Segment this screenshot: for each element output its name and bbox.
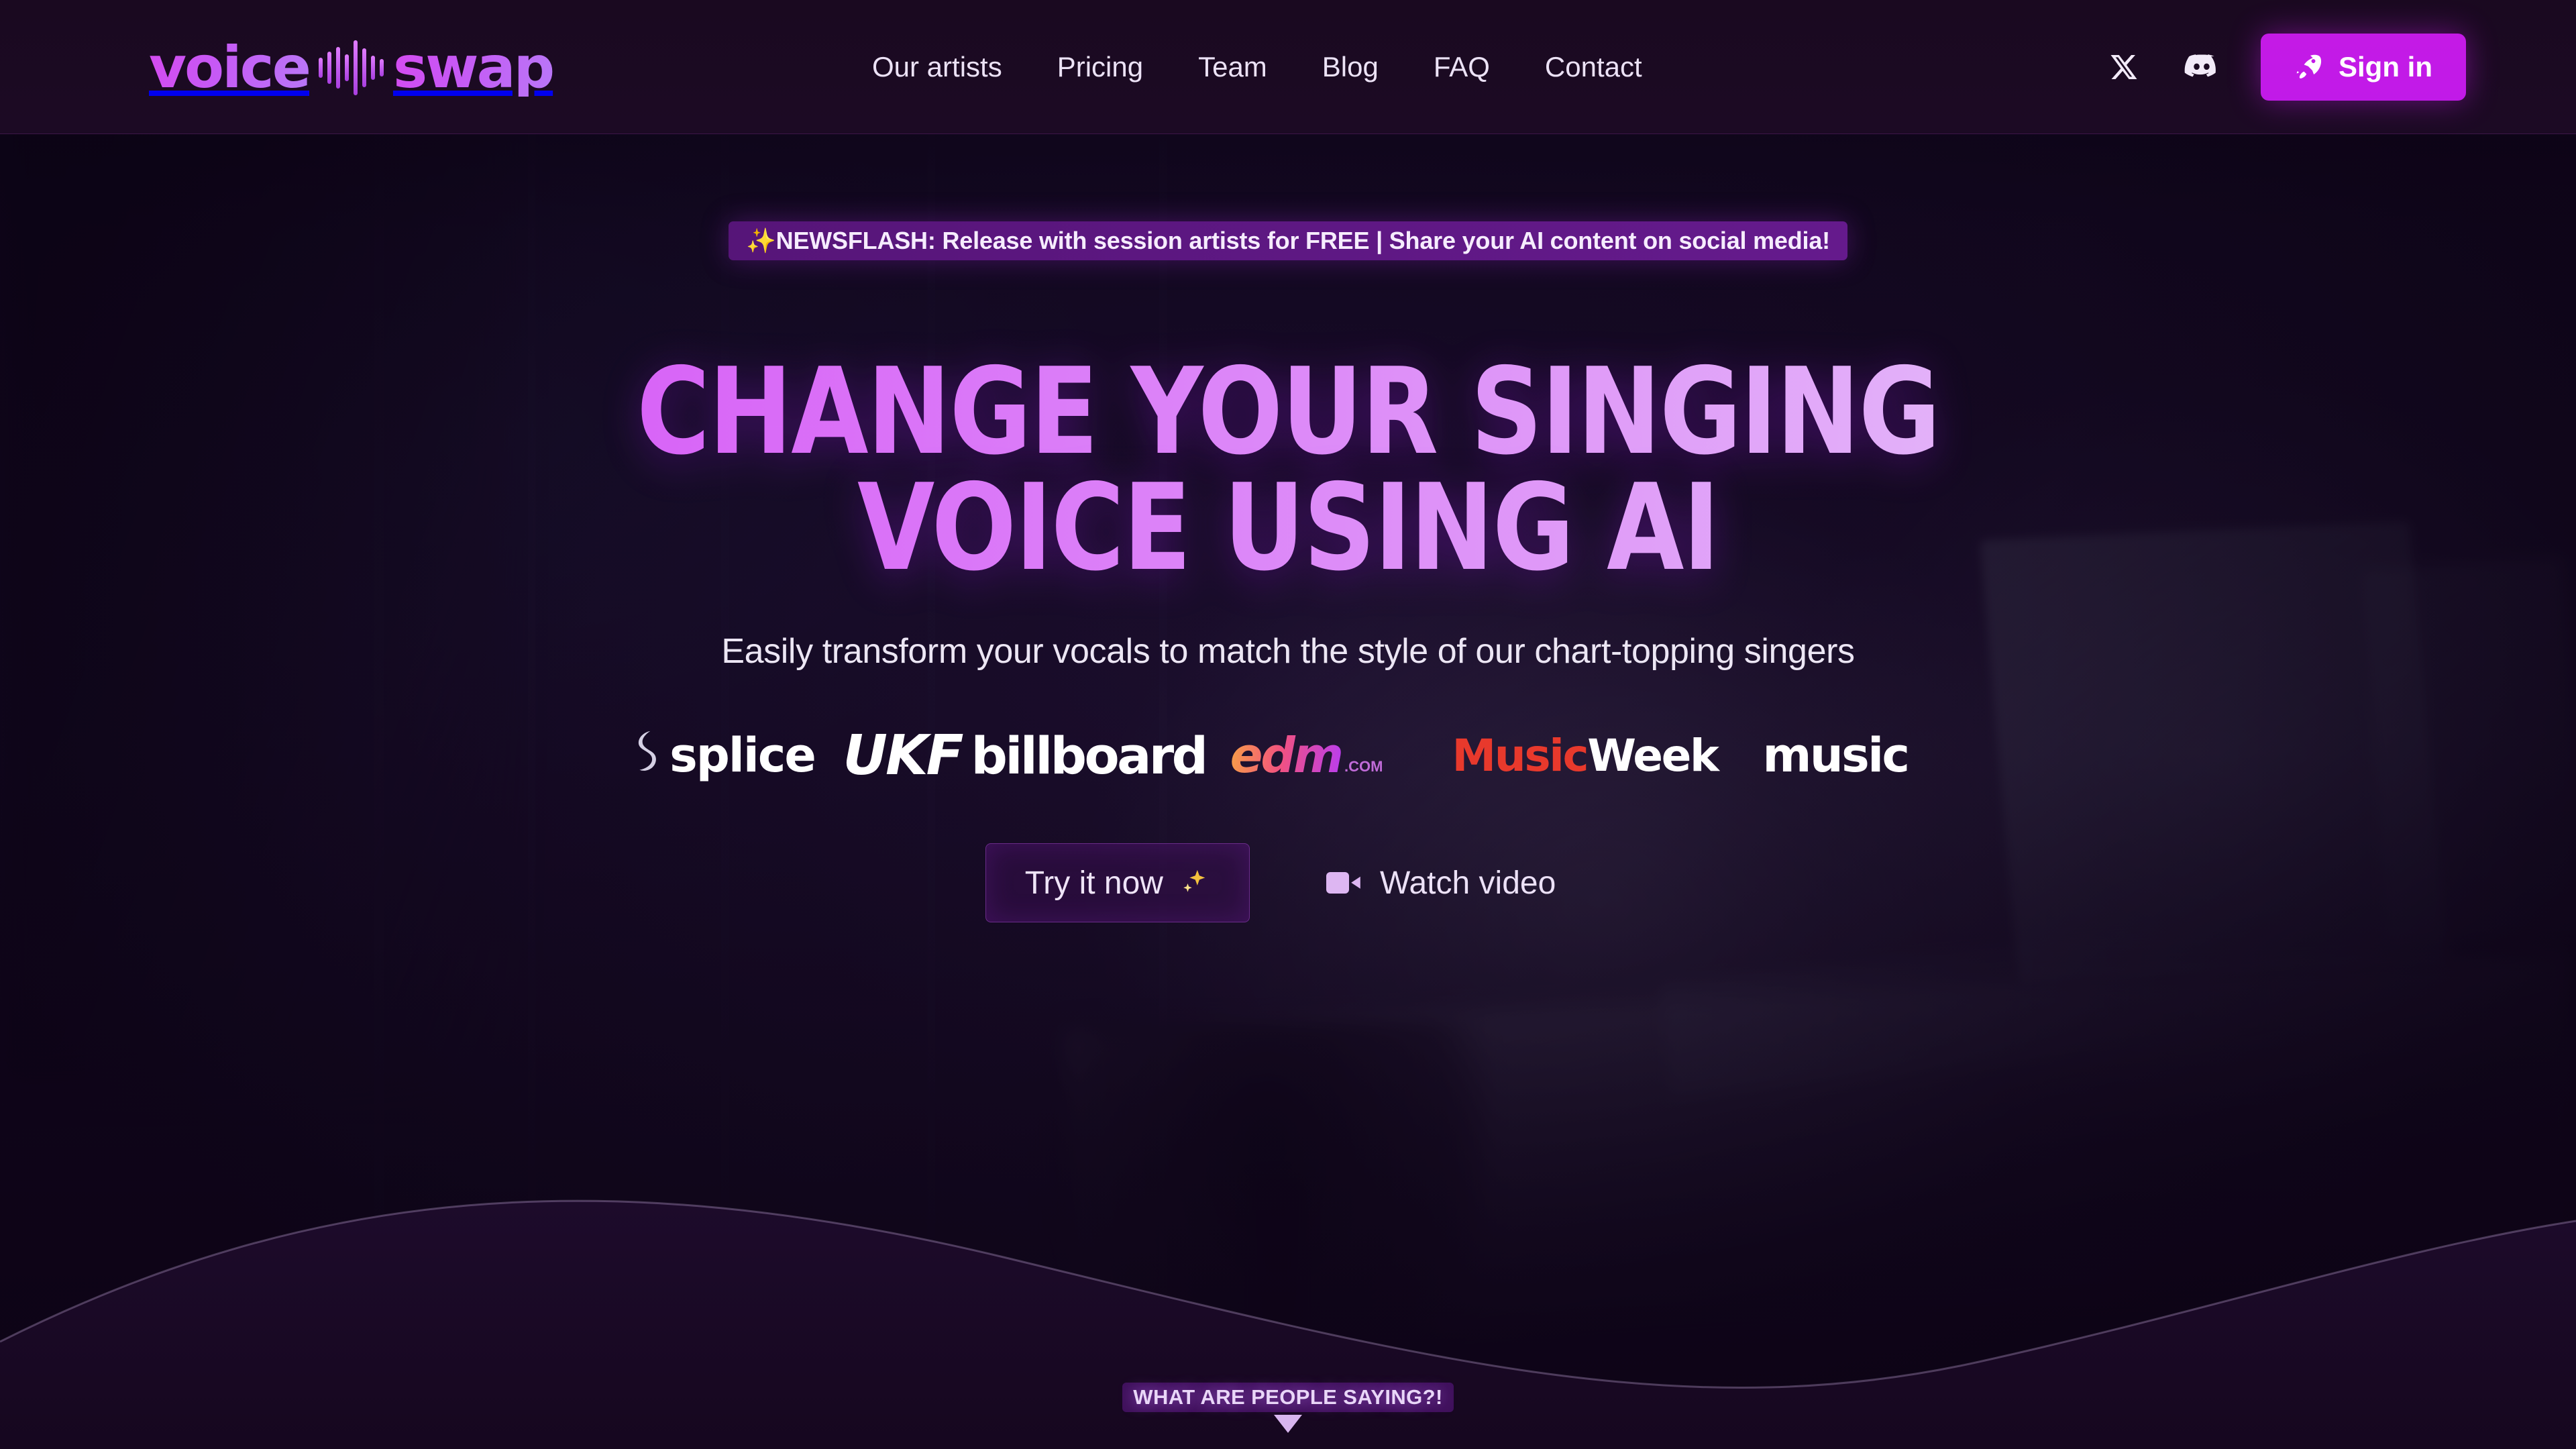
press-logo-edm-text: edm <box>1230 727 1344 784</box>
press-logo-billboard-text: billboard <box>971 725 1209 786</box>
nav-item-our-artists[interactable]: Our artists <box>872 51 1002 83</box>
chevron-down-icon <box>1274 1415 1302 1433</box>
discord-icon[interactable] <box>2183 48 2220 86</box>
watch-video-button[interactable]: Watch video <box>1291 843 1591 922</box>
press-logo-music-week-text-a: Music <box>1452 729 1589 782</box>
press-logo-splice: splice <box>612 718 834 792</box>
x-twitter-icon[interactable] <box>2105 48 2143 86</box>
press-logo-edm-suffix: .COM <box>1344 758 1383 775</box>
sign-in-label: Sign in <box>2339 51 2432 83</box>
nav-item-pricing[interactable]: Pricing <box>1057 51 1143 83</box>
press-logo-ukf-text: UKF <box>843 723 963 788</box>
landing-page: voice swap Our artists Pricing Team Blog… <box>0 0 2576 1449</box>
press-logo-billboard: billboard <box>971 718 1209 792</box>
newsflash-banner[interactable]: ✨NEWSFLASH: Release with session artists… <box>729 221 1847 260</box>
nav-item-blog[interactable]: Blog <box>1322 51 1379 83</box>
press-logo-strip: splice UKF billboard edm .COM MusicWeek <box>612 718 1964 792</box>
logo-word-voice: voice <box>149 34 311 101</box>
page-title: Change your singing voice using AI <box>90 352 2485 587</box>
sign-in-button[interactable]: Sign in <box>2261 34 2466 101</box>
audio-waveform-icon <box>318 31 384 105</box>
hero-cta-group: Try it now Watch video <box>985 843 1591 923</box>
splice-mark-icon <box>639 731 657 771</box>
press-logo-splice-text: splice <box>669 728 816 784</box>
site-header: voice swap Our artists Pricing Team Blog… <box>0 0 2576 134</box>
logo-voiceswap[interactable]: voice swap <box>149 31 555 105</box>
try-it-now-label: Try it now <box>1024 865 1163 901</box>
press-logo-music-week: MusicWeek <box>1407 718 1763 792</box>
video-camera-icon <box>1326 872 1360 894</box>
nav-item-faq[interactable]: FAQ <box>1434 51 1490 83</box>
nav-item-team[interactable]: Team <box>1198 51 1267 83</box>
nav-item-contact[interactable]: Contact <box>1545 51 1642 83</box>
press-logo-music-business: music <box>1763 718 1964 792</box>
watch-video-label: Watch video <box>1379 865 1556 901</box>
scroll-cue-label: WHAT ARE PEOPLE SAYING?! <box>1122 1383 1454 1412</box>
press-logo-edm: edm .COM <box>1206 718 1407 792</box>
header-actions: Sign in <box>2105 0 2466 134</box>
hero-subtitle: Easily transform your vocals to match th… <box>721 632 1855 672</box>
press-logo-music-business-text: music <box>1762 728 1909 784</box>
rocket-icon <box>2296 54 2322 78</box>
logo-word-swap: swap <box>392 34 555 101</box>
try-it-now-button[interactable]: Try it now <box>985 843 1250 923</box>
headline-line-2: voice using AI <box>90 468 2485 587</box>
main-navigation: Our artists Pricing Team Blog FAQ Contac… <box>872 0 1642 134</box>
scroll-cue[interactable]: WHAT ARE PEOPLE SAYING?! <box>0 1383 2576 1433</box>
press-logo-ukf: UKF <box>834 718 971 792</box>
sparkles-icon <box>1183 870 1205 892</box>
headline-line-1: Change your singing <box>90 352 2485 472</box>
press-logo-music-week-text-b: Week <box>1587 729 1719 782</box>
